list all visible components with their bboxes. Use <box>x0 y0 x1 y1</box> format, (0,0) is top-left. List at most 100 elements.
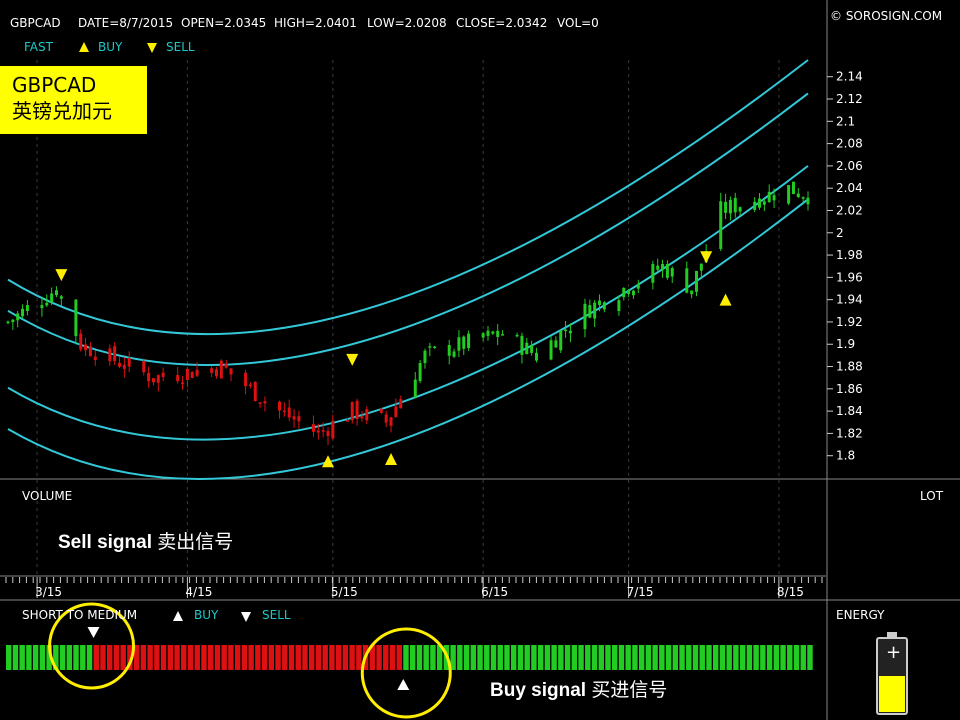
candle-body <box>530 345 534 353</box>
date-axis: 3/15 4/15 5/15 6/15 7/15 8/15 <box>5 577 823 599</box>
candle-body <box>651 263 655 283</box>
axis-layer: 1.8 1.82 1.84 1.86 1.88 1.9 1.92 1.94 1.96 1.98 2 2… <box>827 70 863 463</box>
sell-signal-annotation: Sell signal 卖出信号 <box>58 527 233 554</box>
candle-body <box>636 283 640 289</box>
stm-bar <box>739 645 746 670</box>
candle-body <box>181 382 185 384</box>
candle-body <box>593 302 597 319</box>
candle-body <box>311 424 315 432</box>
candle-body <box>481 333 485 338</box>
stm-bar <box>201 645 207 670</box>
candle-body <box>549 340 553 360</box>
candle-body <box>661 263 665 271</box>
date-tick-label: 4/15 <box>185 585 212 599</box>
candle-body <box>685 268 689 293</box>
candle-body <box>185 368 189 380</box>
candle-body <box>297 416 301 422</box>
stm-bar <box>154 645 160 670</box>
candle-body <box>762 201 766 205</box>
stm-bar <box>625 645 631 670</box>
stm-bar <box>571 645 578 670</box>
stm-bar <box>699 645 705 670</box>
candle-body <box>59 296 63 299</box>
energy-label: ENERGY <box>836 608 885 622</box>
stm-bar <box>315 645 322 670</box>
buy-signal-cn: 买进信号 <box>591 680 668 701</box>
stm-bar <box>470 645 477 670</box>
stm-sell-marker <box>87 627 100 638</box>
stm-sell-label: SELL <box>262 608 291 622</box>
stm-bar <box>719 645 726 670</box>
stm-bar <box>282 645 288 670</box>
candle-body <box>728 199 732 214</box>
stm-bar <box>645 645 652 670</box>
stm-bar <box>187 645 194 670</box>
stm-bar <box>19 645 25 670</box>
candle-body <box>45 302 49 306</box>
instrument-name-cn: 英镑兑加元 <box>12 99 112 123</box>
stm-buy-marker <box>397 679 410 690</box>
candle-body <box>525 342 529 355</box>
candle-body <box>350 401 354 421</box>
stm-bar <box>726 645 732 670</box>
y-tick-label: 1.82 <box>836 426 863 440</box>
stm-bar <box>396 645 402 670</box>
candle-body <box>379 408 383 413</box>
stm-bar <box>787 645 793 670</box>
stm-bar <box>517 645 524 670</box>
stm-bar <box>309 645 315 670</box>
candle-body <box>418 363 422 382</box>
stm-bar <box>807 645 813 670</box>
candle-body <box>384 414 388 423</box>
lot-label: LOT <box>920 489 944 503</box>
candle-body <box>219 360 223 379</box>
candle-body <box>50 293 54 303</box>
stm-bar <box>322 645 328 670</box>
candle-body <box>758 198 762 208</box>
stm-bar <box>410 645 416 670</box>
stm-bar <box>335 645 342 670</box>
y-tick-label: 2.02 <box>836 203 863 217</box>
stm-bar <box>746 645 753 670</box>
stm-buy-label: BUY <box>194 608 219 622</box>
stm-bar <box>181 645 187 670</box>
y-tick-label: 2.04 <box>836 181 863 195</box>
stm-bar <box>416 645 423 670</box>
candle-body <box>365 409 369 421</box>
candle-body <box>108 348 112 362</box>
candle-body <box>74 299 78 337</box>
candle-body <box>326 431 330 437</box>
stm-bar <box>59 645 66 670</box>
stm-bar <box>679 645 685 670</box>
candle-body <box>278 401 282 411</box>
candle-body <box>452 351 456 357</box>
candle-body <box>214 369 218 377</box>
stm-bar <box>80 645 86 670</box>
candle-body <box>559 330 563 351</box>
candle-body <box>554 340 558 348</box>
y-tick-label: 1.98 <box>836 248 863 262</box>
candle-layer <box>6 181 810 445</box>
candle-body <box>588 305 592 318</box>
stm-bar <box>342 645 349 670</box>
stm-bar <box>551 645 557 670</box>
candle-body <box>602 302 606 310</box>
stm-bar <box>268 645 275 670</box>
stm-bar <box>376 645 382 670</box>
candle-body <box>801 197 805 199</box>
stm-bar <box>221 645 227 670</box>
stm-bar <box>612 645 618 670</box>
date-tick-label: 3/15 <box>35 585 62 599</box>
stm-bar <box>665 645 672 670</box>
stm-bar <box>194 645 200 670</box>
candle-body <box>694 270 698 292</box>
date-tick-label: 8/15 <box>777 585 804 599</box>
candle-body <box>6 321 10 324</box>
stm-bar <box>423 645 429 670</box>
stm-bar <box>524 645 530 670</box>
stm-bar <box>113 645 120 670</box>
candle-body <box>564 329 568 332</box>
stm-bar <box>6 645 12 670</box>
candle-body <box>486 330 490 336</box>
y-tick-label: 2 <box>836 226 844 240</box>
